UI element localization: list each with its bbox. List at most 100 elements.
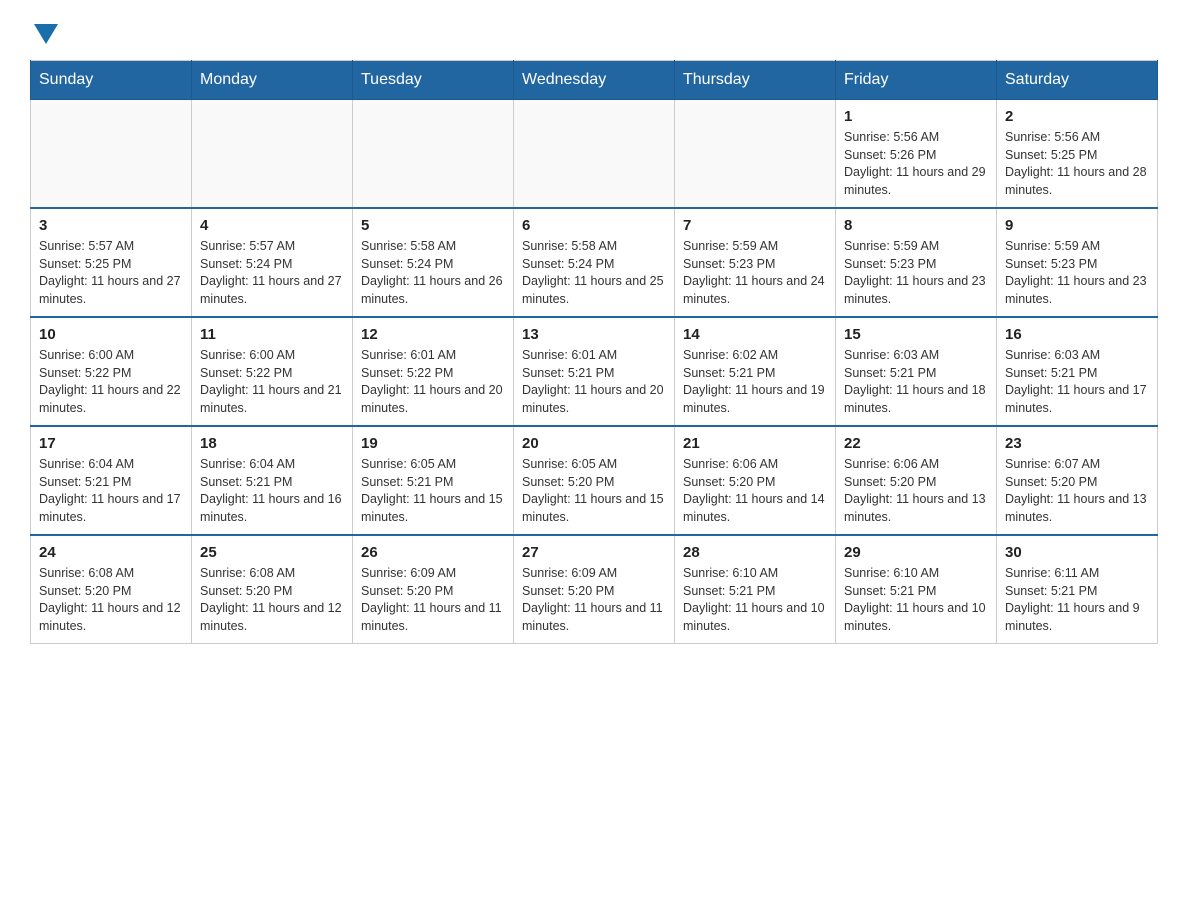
calendar-cell (514, 100, 675, 209)
day-info: Sunrise: 6:03 AM Sunset: 5:21 PM Dayligh… (1005, 347, 1149, 417)
day-number: 17 (39, 435, 183, 452)
day-info: Sunrise: 5:58 AM Sunset: 5:24 PM Dayligh… (361, 238, 505, 308)
calendar-cell: 4Sunrise: 5:57 AM Sunset: 5:24 PM Daylig… (192, 208, 353, 317)
logo (30, 20, 58, 40)
calendar-cell: 14 Sunrise: 6:02 AM Sunset: 5:21 PM Dayli… (675, 317, 836, 426)
day-info: Sunrise: 6:06 AM Sunset: 5:20 PM Dayligh… (844, 456, 988, 526)
day-info: Sunrise: 6:00 AM Sunset: 5:22 PM Dayligh… (39, 347, 183, 417)
calendar-cell (675, 100, 836, 209)
day-info: Sunrise: 6:05 AM Sunset: 5:20 PM Dayligh… (522, 456, 666, 526)
day-number: 20 (522, 435, 666, 452)
calendar-cell: 10 Sunrise: 6:00 AM Sunset: 5:22 PM Dayli… (31, 317, 192, 426)
day-info: Sunrise: 6:09 AM Sunset: 5:20 PM Dayligh… (522, 565, 666, 635)
day-info: Sunrise: 6:04 AM Sunset: 5:21 PM Dayligh… (39, 456, 183, 526)
day-number: 30 (1005, 544, 1149, 561)
day-info: Sunrise: 6:01 AM Sunset: 5:22 PM Dayligh… (361, 347, 505, 417)
day-info: Sunrise: 6:05 AM Sunset: 5:21 PM Dayligh… (361, 456, 505, 526)
calendar-week-row: 17 Sunrise: 6:04 AM Sunset: 5:21 PM Dayli… (31, 426, 1158, 535)
calendar-cell: 25 Sunrise: 6:08 AM Sunset: 5:20 PM Dayli… (192, 535, 353, 644)
day-number: 13 (522, 326, 666, 343)
day-info: Sunrise: 5:56 AM Sunset: 5:25 PM Dayligh… (1005, 129, 1149, 199)
calendar-cell: 20 Sunrise: 6:05 AM Sunset: 5:20 PM Dayli… (514, 426, 675, 535)
day-number: 10 (39, 326, 183, 343)
calendar-header-tuesday: Tuesday (353, 61, 514, 100)
calendar-week-row: 1 Sunrise: 5:56 AM Sunset: 5:26 PM Daylig… (31, 100, 1158, 209)
calendar-cell: 5 Sunrise: 5:58 AM Sunset: 5:24 PM Daylig… (353, 208, 514, 317)
day-info: Sunrise: 6:03 AM Sunset: 5:21 PM Dayligh… (844, 347, 988, 417)
calendar-cell: 21 Sunrise: 6:06 AM Sunset: 5:20 PM Dayli… (675, 426, 836, 535)
logo-triangle-icon (34, 24, 58, 44)
calendar-header-monday: Monday (192, 61, 353, 100)
day-info: Sunrise: 5:59 AM Sunset: 5:23 PM Dayligh… (1005, 238, 1149, 308)
day-info: Sunrise: 6:08 AM Sunset: 5:20 PM Dayligh… (39, 565, 183, 635)
calendar-header-saturday: Saturday (997, 61, 1158, 100)
day-info: Sunrise: 6:07 AM Sunset: 5:20 PM Dayligh… (1005, 456, 1149, 526)
day-number: 15 (844, 326, 988, 343)
day-info: Sunrise: 5:59 AM Sunset: 5:23 PM Dayligh… (683, 238, 827, 308)
day-info: Sunrise: 6:00 AM Sunset: 5:22 PM Dayligh… (200, 347, 344, 417)
day-number: 29 (844, 544, 988, 561)
day-info: Sunrise: 6:10 AM Sunset: 5:21 PM Dayligh… (683, 565, 827, 635)
day-number: 26 (361, 544, 505, 561)
day-number: 23 (1005, 435, 1149, 452)
calendar-cell: 26 Sunrise: 6:09 AM Sunset: 5:20 PM Dayli… (353, 535, 514, 644)
day-number: 19 (361, 435, 505, 452)
calendar-cell: 6Sunrise: 5:58 AM Sunset: 5:24 PM Daylig… (514, 208, 675, 317)
day-info: Sunrise: 5:58 AM Sunset: 5:24 PM Dayligh… (522, 238, 666, 308)
calendar-header-thursday: Thursday (675, 61, 836, 100)
calendar-cell: 1 Sunrise: 5:56 AM Sunset: 5:26 PM Daylig… (836, 100, 997, 209)
calendar-header-row: SundayMondayTuesdayWednesdayThursdayFrid… (31, 61, 1158, 100)
day-number: 3 (39, 217, 183, 234)
day-info: Sunrise: 6:10 AM Sunset: 5:21 PM Dayligh… (844, 565, 988, 635)
day-number: 14 (683, 326, 827, 343)
day-number: 2 (1005, 108, 1149, 125)
calendar-table: SundayMondayTuesdayWednesdayThursdayFrid… (30, 60, 1158, 644)
calendar-cell: 16 Sunrise: 6:03 AM Sunset: 5:21 PM Dayli… (997, 317, 1158, 426)
day-info: Sunrise: 6:11 AM Sunset: 5:21 PM Dayligh… (1005, 565, 1149, 635)
calendar-cell (353, 100, 514, 209)
day-number: 8 (844, 217, 988, 234)
day-number: 1 (844, 108, 988, 125)
day-number: 21 (683, 435, 827, 452)
day-info: Sunrise: 6:02 AM Sunset: 5:21 PM Dayligh… (683, 347, 827, 417)
calendar-week-row: 10 Sunrise: 6:00 AM Sunset: 5:22 PM Dayli… (31, 317, 1158, 426)
calendar-header-wednesday: Wednesday (514, 61, 675, 100)
calendar-cell: 27Sunrise: 6:09 AM Sunset: 5:20 PM Dayli… (514, 535, 675, 644)
day-info: Sunrise: 5:57 AM Sunset: 5:24 PM Dayligh… (200, 238, 344, 308)
calendar-cell: 22 Sunrise: 6:06 AM Sunset: 5:20 PM Dayli… (836, 426, 997, 535)
day-number: 16 (1005, 326, 1149, 343)
day-info: Sunrise: 6:09 AM Sunset: 5:20 PM Dayligh… (361, 565, 505, 635)
day-number: 25 (200, 544, 344, 561)
day-number: 12 (361, 326, 505, 343)
day-info: Sunrise: 5:56 AM Sunset: 5:26 PM Dayligh… (844, 129, 988, 199)
day-number: 28 (683, 544, 827, 561)
day-info: Sunrise: 6:06 AM Sunset: 5:20 PM Dayligh… (683, 456, 827, 526)
calendar-cell: 30 Sunrise: 6:11 AM Sunset: 5:21 PM Dayli… (997, 535, 1158, 644)
calendar-cell: 13Sunrise: 6:01 AM Sunset: 5:21 PM Dayli… (514, 317, 675, 426)
day-info: Sunrise: 5:59 AM Sunset: 5:23 PM Dayligh… (844, 238, 988, 308)
day-number: 7 (683, 217, 827, 234)
day-info: Sunrise: 5:57 AM Sunset: 5:25 PM Dayligh… (39, 238, 183, 308)
calendar-cell: 19 Sunrise: 6:05 AM Sunset: 5:21 PM Dayli… (353, 426, 514, 535)
day-number: 11 (200, 326, 344, 343)
calendar-cell (192, 100, 353, 209)
calendar-week-row: 3 Sunrise: 5:57 AM Sunset: 5:25 PM Daylig… (31, 208, 1158, 317)
day-number: 9 (1005, 217, 1149, 234)
calendar-cell: 12 Sunrise: 6:01 AM Sunset: 5:22 PM Dayli… (353, 317, 514, 426)
calendar-cell: 23 Sunrise: 6:07 AM Sunset: 5:20 PM Dayli… (997, 426, 1158, 535)
calendar-cell: 24Sunrise: 6:08 AM Sunset: 5:20 PM Dayli… (31, 535, 192, 644)
day-info: Sunrise: 6:04 AM Sunset: 5:21 PM Dayligh… (200, 456, 344, 526)
page-header (30, 20, 1158, 40)
day-number: 18 (200, 435, 344, 452)
calendar-cell: 3 Sunrise: 5:57 AM Sunset: 5:25 PM Daylig… (31, 208, 192, 317)
calendar-cell: 15 Sunrise: 6:03 AM Sunset: 5:21 PM Dayli… (836, 317, 997, 426)
calendar-cell: 9 Sunrise: 5:59 AM Sunset: 5:23 PM Daylig… (997, 208, 1158, 317)
calendar-header-friday: Friday (836, 61, 997, 100)
calendar-header-sunday: Sunday (31, 61, 192, 100)
day-info: Sunrise: 6:08 AM Sunset: 5:20 PM Dayligh… (200, 565, 344, 635)
calendar-cell: 28 Sunrise: 6:10 AM Sunset: 5:21 PM Dayli… (675, 535, 836, 644)
day-number: 5 (361, 217, 505, 234)
calendar-cell: 8 Sunrise: 5:59 AM Sunset: 5:23 PM Daylig… (836, 208, 997, 317)
calendar-week-row: 24Sunrise: 6:08 AM Sunset: 5:20 PM Dayli… (31, 535, 1158, 644)
day-number: 22 (844, 435, 988, 452)
